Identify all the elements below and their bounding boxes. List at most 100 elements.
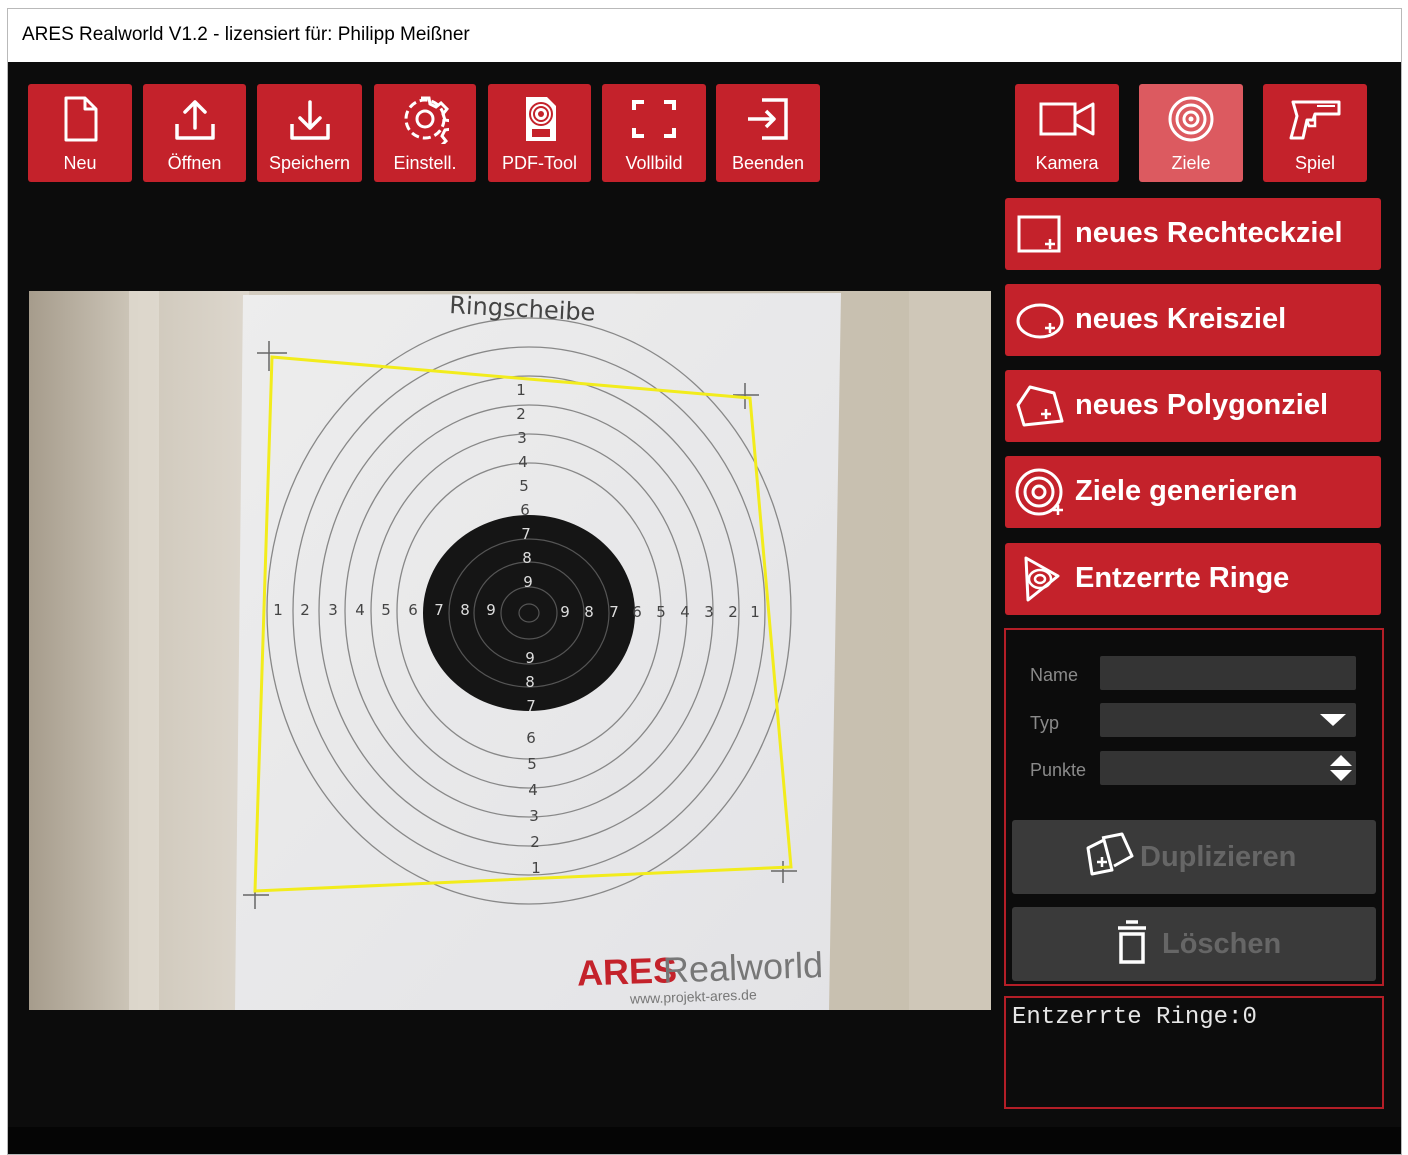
ring-number: 8 (522, 549, 532, 567)
ring-number: 4 (680, 603, 690, 621)
pdf-icon (525, 97, 556, 141)
ring-number: 5 (527, 755, 537, 773)
delete-button[interactable]: Löschen (1012, 907, 1376, 981)
generate-targets-label: Ziele generieren (1075, 475, 1298, 507)
ring-number: 4 (355, 601, 365, 619)
duplicate-label: Duplizieren (1140, 841, 1297, 873)
warped-rings-icon (1024, 556, 1060, 602)
name-label: Name (1030, 665, 1079, 685)
ring-number: 2 (300, 601, 310, 619)
ring-number: 1 (273, 601, 283, 619)
settings-button[interactable]: Einstell. (374, 84, 476, 182)
game-mode-button[interactable]: Spiel (1263, 84, 1367, 182)
ring-number: 5 (519, 477, 529, 495)
camera-icon (1039, 102, 1095, 136)
points-spinbox[interactable] (1100, 751, 1356, 785)
window-title: ARES Realworld V1.2 - lizensiert für: Ph… (22, 24, 470, 45)
circle-add-icon (1016, 303, 1064, 339)
generate-targets-button[interactable]: Ziele generieren (1005, 456, 1381, 528)
polygon-add-icon (1016, 385, 1064, 427)
target-properties-panel: Name Typ Punkte Duplizieren Löschen (1004, 628, 1384, 986)
open-label: Öffnen (167, 153, 222, 173)
status-panel: Entzerrte Ringe:0 (1004, 996, 1384, 1109)
fullscreen-icon (632, 100, 676, 138)
ring-number: 1 (750, 603, 760, 621)
new-file-icon (64, 96, 98, 142)
ring-number: 8 (525, 673, 535, 691)
target-icon (1168, 96, 1214, 142)
new-polygon-target-label: neues Polygonziel (1075, 389, 1328, 421)
exit-button[interactable]: Beenden (716, 84, 820, 182)
ring-number: 5 (656, 603, 666, 621)
settings-label: Einstell. (393, 153, 457, 173)
camera-mode-button[interactable]: Kamera (1015, 84, 1119, 182)
ring-number: 6 (520, 501, 530, 519)
new-rectangle-target-label: neues Rechteckziel (1075, 217, 1343, 249)
new-button[interactable]: Neu (28, 84, 132, 182)
chevron-down-icon (1320, 714, 1346, 726)
ring-number: 3 (517, 429, 527, 447)
ring-number: 9 (523, 573, 533, 591)
spin-arrows-icon[interactable] (1330, 753, 1352, 783)
new-rectangle-target-button[interactable]: neues Rechteckziel (1005, 198, 1381, 270)
save-label: Speichern (268, 153, 351, 173)
new-circle-target-label: neues Kreisziel (1075, 303, 1287, 335)
ring-number: 3 (704, 603, 714, 621)
targets-mode-button[interactable]: Ziele (1139, 84, 1243, 182)
ring-number: 7 (521, 525, 531, 543)
fullscreen-label: Vollbild (625, 153, 683, 173)
ring-number: 2 (728, 603, 738, 621)
status-text: Entzerrte Ringe:0 (1012, 1004, 1257, 1031)
ring-number: 9 (486, 601, 496, 619)
ring-number: 1 (516, 381, 526, 399)
type-label: Typ (1030, 713, 1060, 733)
game-mode-label: Spiel (1294, 153, 1336, 173)
pdf-tool-button[interactable]: PDF-Tool (488, 84, 591, 182)
target-camera-image: 1 2 3 4 5 6 7 8 9 9 8 7 6 5 4 3 2 1 1 2 (29, 291, 991, 1010)
ring-number: 4 (528, 781, 538, 799)
new-polygon-target-button[interactable]: neues Polygonziel (1005, 370, 1381, 442)
open-button[interactable]: Öffnen (143, 84, 246, 182)
warped-rings-label: Entzerrte Ringe (1075, 562, 1290, 594)
upload-icon (174, 100, 215, 140)
delete-label: Löschen (1162, 928, 1282, 960)
download-icon (289, 100, 330, 140)
ring-number: 3 (328, 601, 338, 619)
duplicate-icon (1086, 832, 1134, 876)
targets-mode-label: Ziele (1171, 153, 1211, 173)
new-circle-target-button[interactable]: neues Kreisziel (1005, 284, 1381, 356)
app-window: ARES Realworld V1.2 - lizensiert für: Ph… (7, 8, 1402, 1155)
trash-icon (1118, 920, 1146, 964)
status-bar (8, 1127, 1401, 1154)
ring-number: 7 (526, 697, 536, 715)
title-bar: ARES Realworld V1.2 - lizensiert für: Ph… (8, 9, 1401, 62)
ring-number: 3 (529, 807, 539, 825)
ring-number: 8 (460, 601, 470, 619)
fullscreen-button[interactable]: Vollbild (602, 84, 706, 182)
name-field[interactable] (1100, 656, 1356, 690)
gear-icon (404, 96, 449, 144)
ring-number: 1 (531, 859, 541, 877)
ring-number: 6 (632, 603, 642, 621)
ring-number: 7 (434, 601, 444, 619)
duplicate-button[interactable]: Duplizieren (1012, 820, 1376, 894)
ring-number: 4 (518, 453, 528, 471)
new-label: Neu (63, 153, 97, 173)
exit-icon (748, 98, 788, 140)
camera-view[interactable]: 1 2 3 4 5 6 7 8 9 9 8 7 6 5 4 3 2 1 1 2 (29, 291, 991, 1010)
points-label: Punkte (1030, 760, 1087, 780)
ring-number: 8 (584, 603, 594, 621)
ring-number: 5 (381, 601, 391, 619)
ring-number: 7 (609, 603, 619, 621)
ring-number: 9 (560, 603, 570, 621)
ring-number: 2 (530, 833, 540, 851)
pdf-tool-label: PDF-Tool (501, 153, 577, 173)
save-button[interactable]: Speichern (257, 84, 362, 182)
target-generate-icon (1015, 468, 1063, 516)
exit-label: Beenden (731, 153, 805, 173)
warped-rings-button[interactable]: Entzerrte Ringe (1005, 543, 1381, 615)
ring-number: 9 (525, 649, 535, 667)
pistol-icon (1289, 100, 1341, 140)
ring-number: 2 (516, 405, 526, 423)
type-select[interactable] (1100, 703, 1356, 737)
